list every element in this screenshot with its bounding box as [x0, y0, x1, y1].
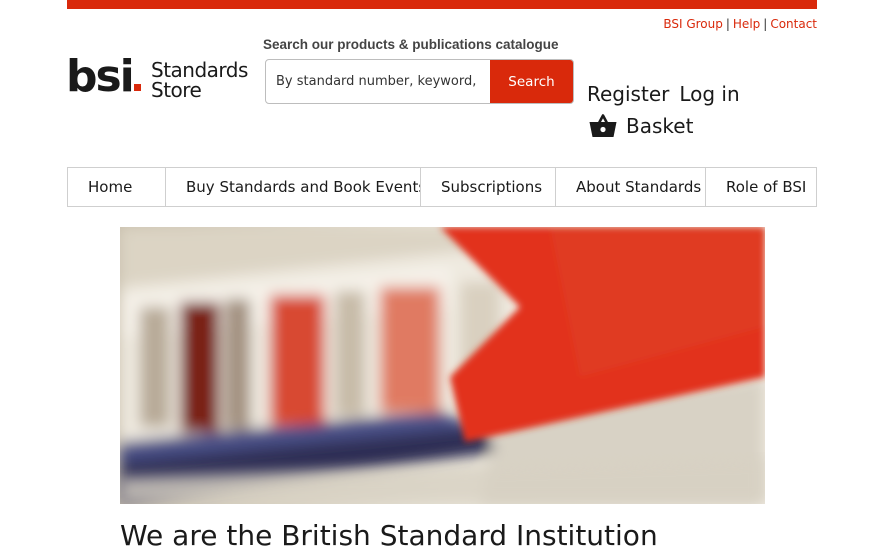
nav-item-role-of-bsi[interactable]: Role of BSI [706, 168, 816, 206]
separator: | [763, 17, 768, 31]
nav-item-label: Subscriptions [441, 178, 543, 196]
logo-dot [133, 84, 141, 91]
logo-tagline: Standards Store [151, 60, 248, 100]
hero-image [120, 227, 765, 504]
bsi-standards-store-logo[interactable]: bsi Standards Store [66, 54, 248, 104]
hero-train-illustration [120, 227, 765, 504]
search-button[interactable]: Search [490, 60, 573, 103]
help-link[interactable]: Help [733, 17, 760, 31]
nav-item-buy-standards[interactable]: Buy Standards and Book Events [166, 168, 421, 206]
logo-line-1: Standards [151, 58, 248, 82]
nav-item-label: About Standards [576, 178, 702, 196]
top-accent-bar [67, 0, 817, 9]
search-form: Search [265, 59, 574, 104]
search-label: Search our products & publications catal… [263, 37, 559, 52]
logo-line-2: Store [151, 78, 202, 102]
register-link[interactable]: Register [587, 82, 669, 106]
main-nav: Home Buy Standards and Book Events Subsc… [67, 167, 817, 207]
logo-brand-text: bsi [66, 51, 135, 102]
nav-item-about-standards[interactable]: About Standards [556, 168, 706, 206]
bsi-group-link[interactable]: BSI Group [663, 17, 723, 31]
contact-link[interactable]: Contact [770, 17, 817, 31]
basket-label: Basket [626, 114, 694, 138]
nav-item-label: Role of BSI [726, 178, 807, 196]
account-links: Register Log in [587, 82, 740, 106]
nav-item-label: Home [88, 178, 133, 196]
nav-item-label: Buy Standards and Book Events [186, 178, 421, 196]
logo-brand: bsi [66, 54, 141, 100]
basket-link[interactable]: Basket [588, 113, 693, 139]
nav-item-home[interactable]: Home [68, 168, 166, 206]
nav-item-subscriptions[interactable]: Subscriptions [421, 168, 556, 206]
login-link[interactable]: Log in [679, 82, 739, 106]
separator: | [725, 17, 730, 31]
search-input[interactable] [266, 60, 490, 103]
utility-links: BSI Group | Help | Contact [663, 17, 817, 31]
basket-icon [588, 113, 618, 139]
page-heading: We are the British Standard Institution [120, 519, 658, 552]
